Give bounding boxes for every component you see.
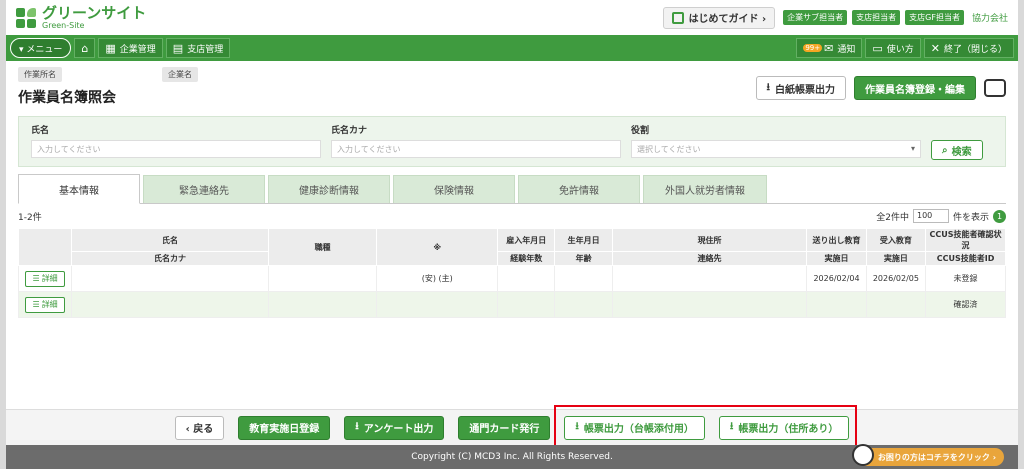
kana-input[interactable]: 入力してください (331, 140, 621, 158)
mark-cell (376, 291, 499, 318)
menu-button[interactable]: ▾ メニュー (10, 38, 72, 58)
back-button[interactable]: ‹ 戻る (174, 415, 225, 440)
kana-label: 氏名カナ (331, 126, 368, 136)
tab-license[interactable]: 免許情報 (518, 175, 640, 203)
sendedu-cell (806, 291, 867, 318)
col-job: 職種 (267, 228, 378, 266)
search-icon: ⌕ (942, 144, 948, 156)
tab-emergency[interactable]: 緊急連絡先 (143, 175, 265, 203)
tab-foreign[interactable]: 外国人就労者情報 (643, 175, 767, 203)
guide-icon (671, 11, 684, 24)
survey-button[interactable]: ⭳ アンケート出力 (344, 415, 445, 440)
company-type: 協力会社 (971, 14, 1008, 24)
highlight-box (554, 405, 857, 448)
col-ccusid: CCUS技能者ID (925, 251, 1006, 266)
col-birth: 生年月日 (554, 228, 613, 252)
role-badge: 支店GF担当者 (905, 10, 964, 25)
company-tag: 企業名 (162, 67, 198, 82)
copyright-text: Copyright (C) MCD3 Inc. All Rights Reser… (411, 452, 613, 462)
mark-cell: (安) (主) (376, 265, 499, 292)
logo-text: グリーンサイト (42, 3, 147, 22)
building-icon: ▦ (105, 41, 116, 55)
tab-health[interactable]: 健康診断情報 (268, 175, 390, 203)
download-icon: ⭳ (355, 421, 359, 432)
worksite-tag: 作業所名 (18, 67, 62, 82)
name-label: 氏名 (31, 126, 50, 136)
app-window: グリーンサイト Green-Site はじめてガイド › 企業サブ担当者 支店担… (0, 0, 1024, 469)
chevron-down-icon: ▾ (910, 144, 915, 153)
download-icon: ⭳ (766, 81, 771, 93)
exit-button[interactable]: ✕ 終了（閉じる） (923, 38, 1014, 58)
page-number[interactable]: 1 (993, 209, 1006, 223)
col-sendedu-date: 実施日 (806, 251, 867, 266)
role-select[interactable]: 選択してください ▾ (631, 140, 921, 158)
edu-date-button[interactable]: 教育実施日登録 (238, 415, 331, 440)
store-icon: ▤ (172, 41, 184, 55)
table-row: ☰ 詳細 確認済 (17, 291, 1006, 318)
table-row: ☰ 詳細 (安) (主) 2026/02/04 2026/02/05 未登録 (17, 265, 1006, 292)
nav-bar: ▾ メニュー ⌂ ▦ 企業管理 ▤ 支店管理 99+ ✉ 通知 ▭ 使い方 ✕ 終了（閉じる… (6, 35, 1018, 61)
role-badge: 企業サブ担当者 (783, 10, 848, 25)
per-page-suffix: 件を表示 (952, 212, 989, 223)
mail-icon: ✉ (824, 41, 834, 55)
col-contact: 連絡先 (611, 251, 808, 266)
gate-card-button[interactable]: 通門カード発行 (458, 415, 551, 440)
logo[interactable]: グリーンサイト Green-Site (16, 3, 147, 30)
help-button[interactable]: お困りの方はコチラをクリック › (851, 444, 1004, 466)
home-button[interactable]: ⌂ (74, 38, 96, 58)
col-action (17, 228, 73, 266)
col-name: 氏名 (71, 228, 269, 252)
register-edit-button[interactable]: 作業員名簿登録・編集 (854, 76, 976, 100)
list-icon: ☰ (32, 274, 40, 283)
guide-button[interactable]: はじめてガイド › (662, 6, 776, 29)
col-age: 年齢 (554, 251, 613, 266)
col-hire: 雇入年月日 (497, 228, 556, 252)
page-title: 作業員名簿照会 (18, 90, 116, 106)
company-mgmt-button[interactable]: ▦ 企業管理 (98, 38, 163, 58)
role-badge: 支店担当者 (852, 10, 901, 25)
chat-icon[interactable] (984, 79, 1006, 97)
notice-button[interactable]: 99+ ✉ 通知 (796, 38, 863, 58)
action-bar: ‹ 戻る 教育実施日登録 ⭳ アンケート出力 通門カード発行 ⭳ 帳票出力（台帳添付… (6, 409, 1018, 445)
tab-insurance[interactable]: 保険情報 (393, 175, 515, 203)
col-addr: 現住所 (611, 228, 808, 252)
detail-button[interactable]: ☰ 詳細 (25, 270, 66, 287)
search-button[interactable]: ⌕ 検索 (931, 140, 983, 160)
sendedu-cell: 2026/02/04 (806, 265, 867, 292)
role-label: 役割 (631, 126, 650, 136)
book-icon: ▭ (872, 41, 883, 55)
col-sendedu: 送り出し教育 (806, 228, 867, 252)
recvedu-cell (865, 291, 927, 318)
total-label: 全2件中 (876, 212, 909, 223)
result-count: 1-2件 (18, 212, 42, 223)
col-recvedu: 受入教育 (865, 228, 927, 252)
mascot-icon (851, 444, 874, 466)
tab-basic[interactable]: 基本情報 (18, 174, 140, 204)
top-header: グリーンサイト Green-Site はじめてガイド › 企業サブ担当者 支店担… (6, 0, 1018, 35)
worker-table: 氏名 職種 ※ 雇入年月日 生年月日 現住所 送り出し教育 受入教育 CCUS技… (17, 228, 1006, 318)
logo-subtext: Green-Site (42, 20, 85, 30)
detail-button[interactable]: ☰ 詳細 (25, 296, 66, 313)
howto-button[interactable]: ▭ 使い方 (865, 38, 921, 58)
tab-bar: 基本情報 緊急連絡先 健康診断情報 保険情報 免許情報 外国人就労者情報 (18, 174, 1006, 204)
name-input[interactable]: 入力してください (31, 140, 321, 158)
col-recvedu-date: 実施日 (865, 251, 927, 266)
copyright-bar: Copyright (C) MCD3 Inc. All Rights Reser… (6, 444, 1018, 469)
ccus-cell: 未登録 (925, 265, 1006, 292)
home-icon: ⌂ (81, 41, 89, 55)
branch-mgmt-button[interactable]: ▤ 支店管理 (165, 38, 231, 58)
col-kana: 氏名カナ (71, 251, 269, 266)
logo-icon (16, 7, 36, 28)
per-page-select[interactable]: 100 (912, 209, 949, 223)
recvedu-cell: 2026/02/05 (865, 265, 927, 292)
notice-badge: 99+ (803, 44, 823, 52)
ccus-cell: 確認済 (925, 291, 1006, 318)
list-icon: ☰ (32, 300, 40, 309)
search-panel: 氏名 入力してください 氏名カナ 入力してください 役割 選択してください ▾ ⌕… (18, 116, 1006, 167)
blank-print-button[interactable]: ⭳ 白紙帳票出力 (755, 76, 846, 100)
col-ccus: CCUS技能者確認状況 (925, 228, 1006, 252)
col-mark: ※ (376, 228, 499, 266)
close-icon: ✕ (930, 41, 940, 55)
col-exp: 経験年数 (497, 251, 556, 266)
